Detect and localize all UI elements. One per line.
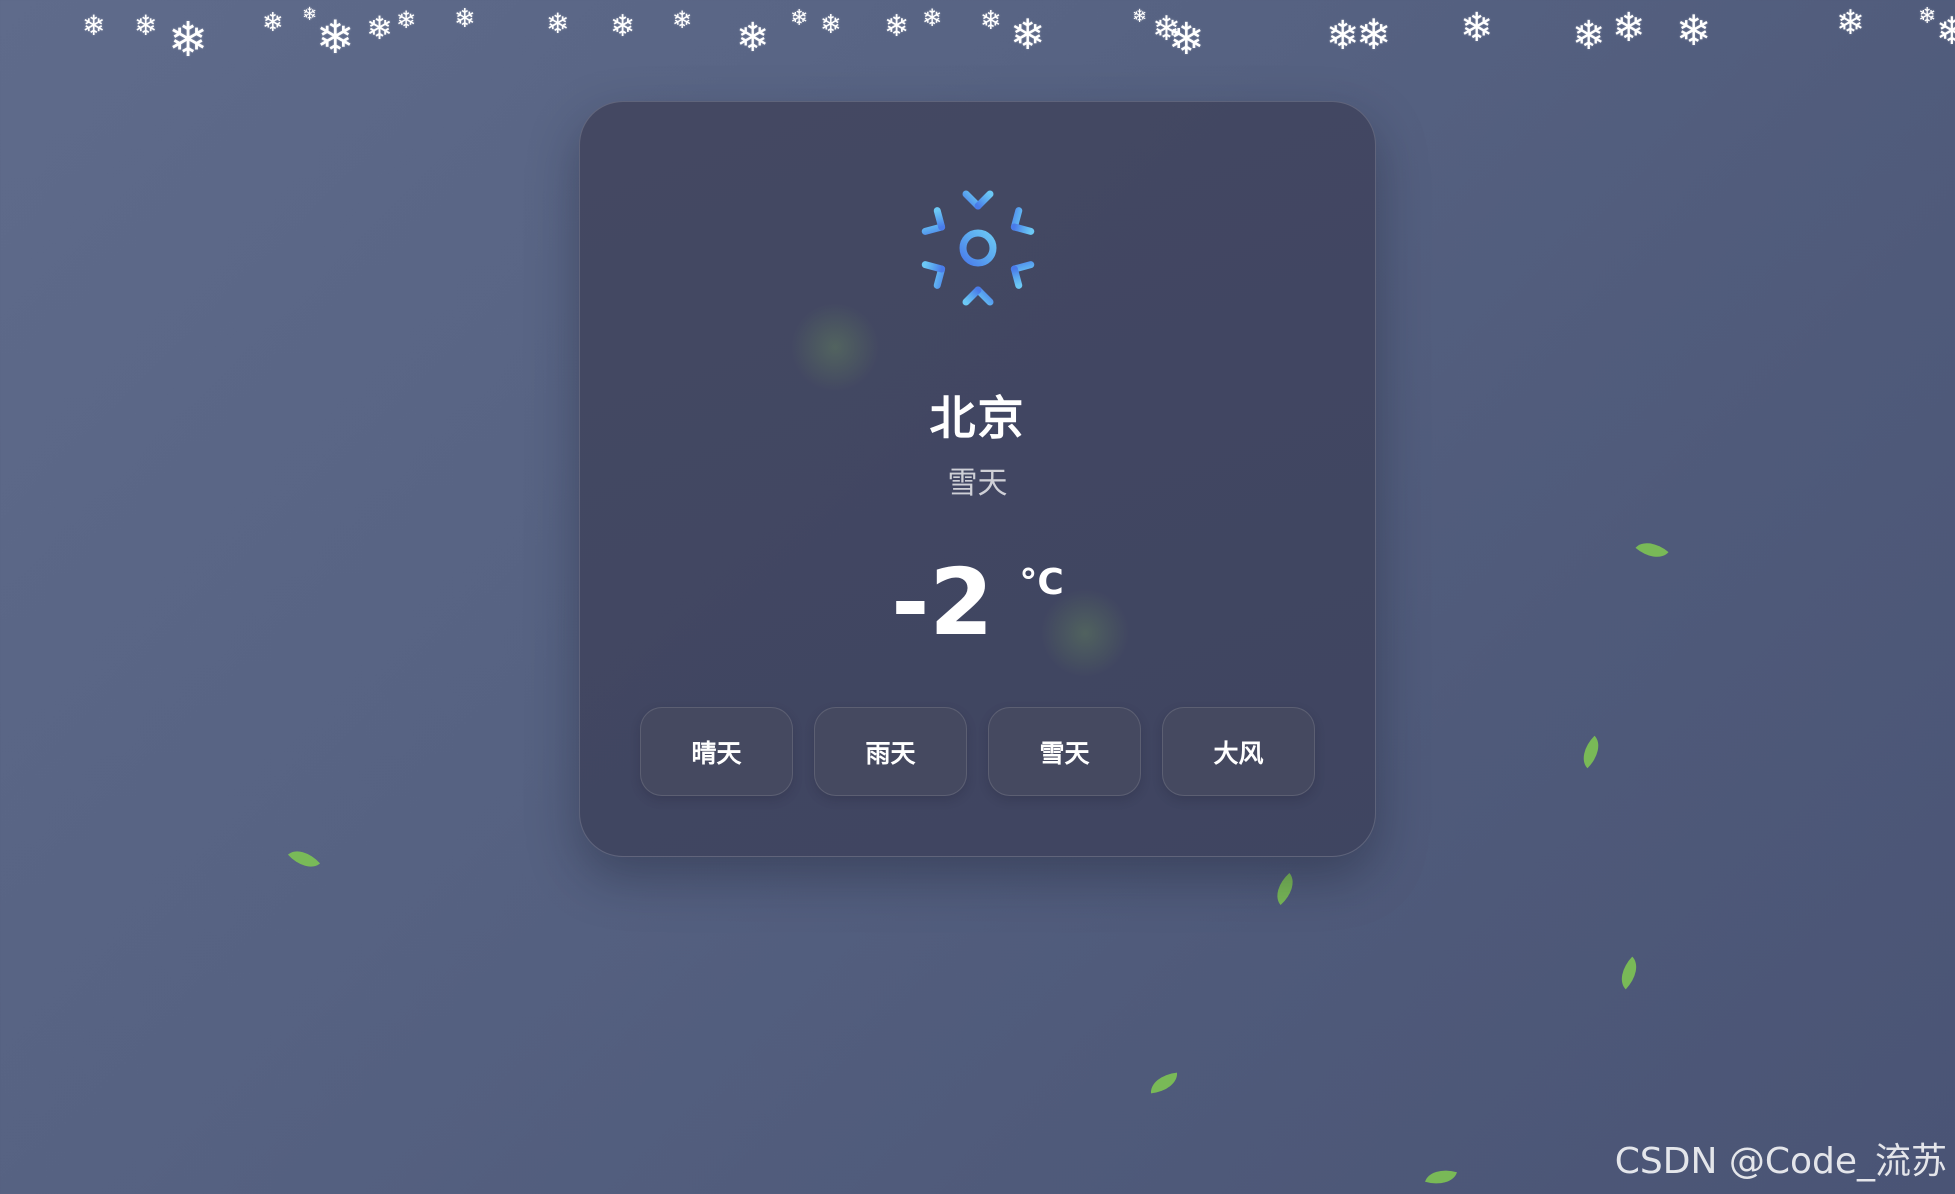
snowflake-icon: ❄ <box>1326 13 1360 59</box>
snowflake-icon: ❄ <box>546 7 570 40</box>
snowflake-icon: ❄ <box>1936 9 1955 53</box>
snowflake-icon: ❄ <box>454 4 476 34</box>
leaf-decoration <box>1612 956 1646 990</box>
rainy-button[interactable]: 雨天 <box>814 707 967 796</box>
snowflake-icon: ❄ <box>820 10 842 40</box>
snowflake-icon: ❄ <box>736 15 770 61</box>
snowflake-icon: ❄ <box>980 6 1002 36</box>
sunny-button[interactable]: 晴天 <box>640 707 793 796</box>
snowflake-icon: ❄ <box>1356 10 1392 59</box>
leaf-decoration <box>1149 1072 1179 1094</box>
snowflake-icon: ❄ <box>134 9 158 42</box>
snowflake-icon <box>921 184 1035 312</box>
glow-decoration <box>790 302 880 392</box>
snowflake-icon: ❄ <box>262 8 284 38</box>
watermark: CSDN @Code_流苏 <box>1614 1141 1947 1182</box>
snowflake-icon: ❄ <box>790 6 809 31</box>
snowflake-icon: ❄ <box>316 10 355 64</box>
snowflake-icon: ❄ <box>366 9 393 47</box>
snowflake-icon: ❄ <box>396 6 417 34</box>
city-name: 北京 <box>929 391 1026 445</box>
weather-switcher: 晴天 雨天 雪天 大风 <box>640 707 1317 797</box>
snowflake-icon: ❄ <box>672 6 693 34</box>
snowy-button[interactable]: 雪天 <box>988 707 1141 796</box>
snowflake-icon: ❄ <box>1132 6 1148 27</box>
snowflake-icon: ❄ <box>82 9 106 42</box>
snowflake-icon: ❄ <box>1152 9 1181 49</box>
snowflake-icon: ❄ <box>922 4 943 32</box>
snowflake-icon: ❄ <box>1010 10 1046 59</box>
snowfall-decoration: ❄ ❄ ❄ ❄ ❄ ❄ ❄ ❄ ❄ ❄ ❄ ❄ ❄ ❄ ❄ ❄ ❄ ❄ ❄ ❄ … <box>0 0 1955 80</box>
leaf-decoration <box>1574 735 1608 769</box>
temperature-unit: °C <box>1019 562 1064 603</box>
snowflake-icon: ❄ <box>1836 3 1865 43</box>
leaf-decoration <box>1425 1164 1457 1190</box>
temperature-display: -2 °C <box>580 548 1375 658</box>
leaf-decoration <box>287 842 321 876</box>
snowflake-icon: ❄ <box>168 12 209 68</box>
snowflake-icon: ❄ <box>884 9 910 44</box>
leaf-decoration <box>1635 534 1669 566</box>
weather-condition: 雪天 <box>947 466 1008 501</box>
snowflake-icon: ❄ <box>1572 13 1606 59</box>
snowflake-icon: ❄ <box>1612 5 1646 51</box>
windy-button[interactable]: 大风 <box>1162 707 1315 796</box>
temperature-value: -2 <box>891 549 994 656</box>
leaf-decoration <box>1268 872 1302 906</box>
snowflake-icon: ❄ <box>1168 14 1205 65</box>
snowflake-icon: ❄ <box>610 9 636 44</box>
snowflake-icon: ❄ <box>1460 5 1494 51</box>
snowflake-icon: ❄ <box>1676 6 1712 55</box>
snowflake-icon: ❄ <box>1918 4 1937 29</box>
weather-card: 北京 雪天 -2 °C 晴天 雨天 雪天 大风 <box>579 101 1376 857</box>
snowflake-icon: ❄ <box>302 4 318 25</box>
